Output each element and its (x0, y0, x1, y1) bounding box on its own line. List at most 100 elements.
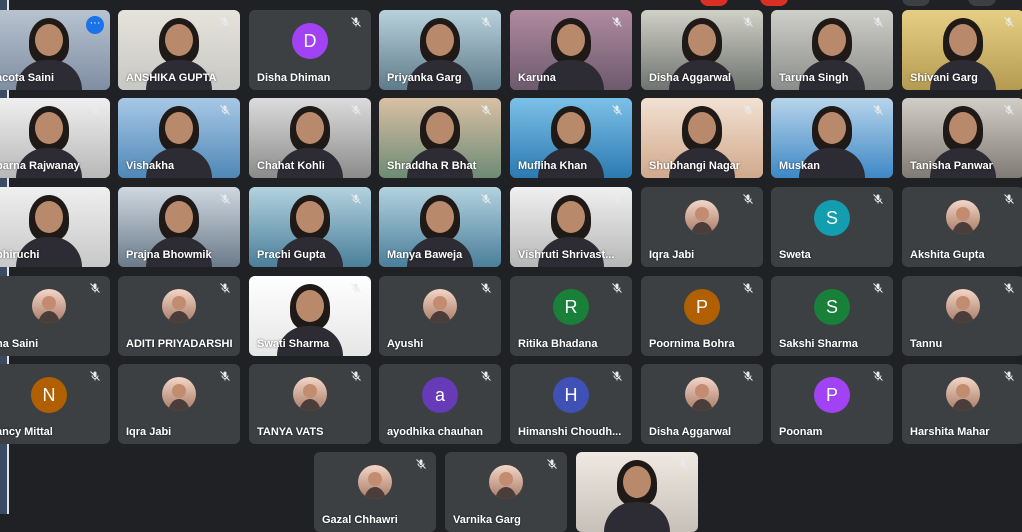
participant-name: bhiruchi (0, 249, 40, 261)
participant-name: Varnika Garg (453, 514, 521, 526)
participant-tile[interactable]: ADITI PRIYADARSHI (118, 276, 240, 356)
participant-tile[interactable]: bhiruchi (0, 187, 110, 267)
participant-tile[interactable]: TANYA VATS (249, 364, 371, 444)
participant-name: ADITI PRIYADARSHI (126, 338, 233, 350)
participant-name: Ritika Bhadana (518, 338, 598, 350)
participant-tile[interactable]: ha Saini (0, 276, 110, 356)
participant-photo-avatar (32, 289, 66, 323)
mic-off-icon (87, 282, 103, 298)
mic-off-icon (1001, 282, 1017, 298)
mic-off-icon (740, 104, 756, 120)
participant-name: Disha Aggarwal (649, 72, 732, 84)
participant-name: Muskan (779, 160, 820, 172)
participant-name: ayodhika chauhan (387, 426, 483, 438)
participant-tile[interactable]: Disha Aggarwal (641, 364, 763, 444)
participant-tile[interactable]: Prachi Gupta (249, 187, 371, 267)
participant-tile[interactable]: Gazal Chhawri (314, 452, 436, 532)
mic-off-icon (478, 104, 494, 120)
participant-tile[interactable]: Harshita Mahar (902, 364, 1022, 444)
participant-photo-avatar (946, 289, 980, 323)
participant-tile[interactable]: Varnika Garg (445, 452, 567, 532)
participant-tile[interactable]: Taruna Singh (771, 10, 893, 90)
participant-photo-avatar (293, 377, 327, 411)
mic-off-icon (609, 370, 625, 386)
participant-name: Shubhangi Nagar (649, 160, 741, 172)
participant-tile[interactable]: R Ritika Bhadana (510, 276, 632, 356)
participant-name: Ayushi (387, 338, 424, 350)
participant-tile[interactable]: Shivani Garg (902, 10, 1022, 90)
participant-tile[interactable]: ··· acota Saini (0, 10, 110, 90)
participant-photo-avatar (685, 377, 719, 411)
mic-off-icon (478, 16, 494, 32)
participant-tile[interactable]: P Poornima Bohra (641, 276, 763, 356)
participant-tile[interactable]: a ayodhika chauhan (379, 364, 501, 444)
participant-name: Disha Dhiman (257, 72, 331, 84)
participant-tile[interactable]: Vishakha (118, 98, 240, 178)
participant-name: acota Saini (0, 72, 55, 84)
participant-name: Manya Baweja (387, 249, 463, 261)
participant-tile[interactable] (576, 452, 698, 532)
participant-photo-avatar (685, 200, 719, 234)
mic-off-icon (217, 370, 233, 386)
mic-off-icon (609, 282, 625, 298)
participant-tile[interactable]: Shubhangi Nagar (641, 98, 763, 178)
mic-off-icon (870, 193, 886, 209)
participant-grid: ··· acota Saini ANSHIKA GUPTA D Disha Dhiman… (0, 0, 1022, 532)
participant-tile[interactable]: Prajna Bhowmik (118, 187, 240, 267)
participant-tile[interactable]: Mufliha Khan (510, 98, 632, 178)
participant-name: Disha Aggarwal (649, 426, 732, 438)
participant-name: Chahat Kohli (257, 160, 325, 172)
participant-tile[interactable]: D Disha Dhiman (249, 10, 371, 90)
mic-off-icon (348, 16, 364, 32)
mic-off-icon (544, 458, 560, 474)
mic-off-icon (478, 282, 494, 298)
participant-tile[interactable]: Akshita Gupta (902, 187, 1022, 267)
participant-tile[interactable]: Swati Sharma (249, 276, 371, 356)
participant-name: Taruna Singh (779, 72, 849, 84)
mic-off-icon (1001, 16, 1017, 32)
participant-initial-avatar: R (553, 289, 589, 325)
participant-name: ancy Mittal (0, 426, 53, 438)
participant-photo-avatar (946, 377, 980, 411)
participant-tile[interactable]: Manya Baweja (379, 187, 501, 267)
mic-off-icon (217, 282, 233, 298)
mic-off-icon (609, 104, 625, 120)
participant-initial-avatar: P (814, 377, 850, 413)
mic-off-icon (740, 193, 756, 209)
participant-name: parna Rajwanay (0, 160, 80, 172)
participant-tile[interactable]: Karuna (510, 10, 632, 90)
participant-tile[interactable]: S Sakshi Sharma (771, 276, 893, 356)
mic-off-icon (348, 193, 364, 209)
mic-off-icon (87, 370, 103, 386)
participant-tile[interactable]: Muskan (771, 98, 893, 178)
participant-tile[interactable]: Chahat Kohli (249, 98, 371, 178)
participant-initial-avatar: S (814, 200, 850, 236)
participant-tile[interactable]: Vishruti Shrivast... (510, 187, 632, 267)
participant-tile[interactable]: Priyanka Garg (379, 10, 501, 90)
mic-off-icon (609, 16, 625, 32)
participant-photo-avatar (423, 289, 457, 323)
participant-initial-avatar: H (553, 377, 589, 413)
participant-tile[interactable]: Shraddha R Bhat (379, 98, 501, 178)
mic-off-icon (609, 193, 625, 209)
participant-tile[interactable]: Ayushi (379, 276, 501, 356)
participant-tile[interactable]: Iqra Jabi (118, 364, 240, 444)
participant-photo-avatar (162, 289, 196, 323)
participant-tile[interactable]: Tannu (902, 276, 1022, 356)
participant-tile[interactable]: Tanisha Panwar (902, 98, 1022, 178)
participant-tile[interactable]: Disha Aggarwal (641, 10, 763, 90)
mic-off-icon (1001, 193, 1017, 209)
participant-tile[interactable]: parna Rajwanay (0, 98, 110, 178)
participant-tile[interactable]: H Himanshi Choudh... (510, 364, 632, 444)
participant-tile[interactable]: Iqra Jabi (641, 187, 763, 267)
participant-tile[interactable]: S Sweta (771, 187, 893, 267)
participant-name: Prajna Bhowmik (126, 249, 212, 261)
participant-tile[interactable]: Nancy Mittal (0, 364, 110, 444)
participant-name: Shraddha R Bhat (387, 160, 477, 172)
participant-tile[interactable]: P Poonam (771, 364, 893, 444)
participant-tile[interactable]: ANSHIKA GUPTA (118, 10, 240, 90)
participant-initial-avatar: a (422, 377, 458, 413)
more-options-icon[interactable]: ··· (86, 16, 104, 34)
participant-name: Poonam (779, 426, 823, 438)
mic-off-icon (740, 16, 756, 32)
